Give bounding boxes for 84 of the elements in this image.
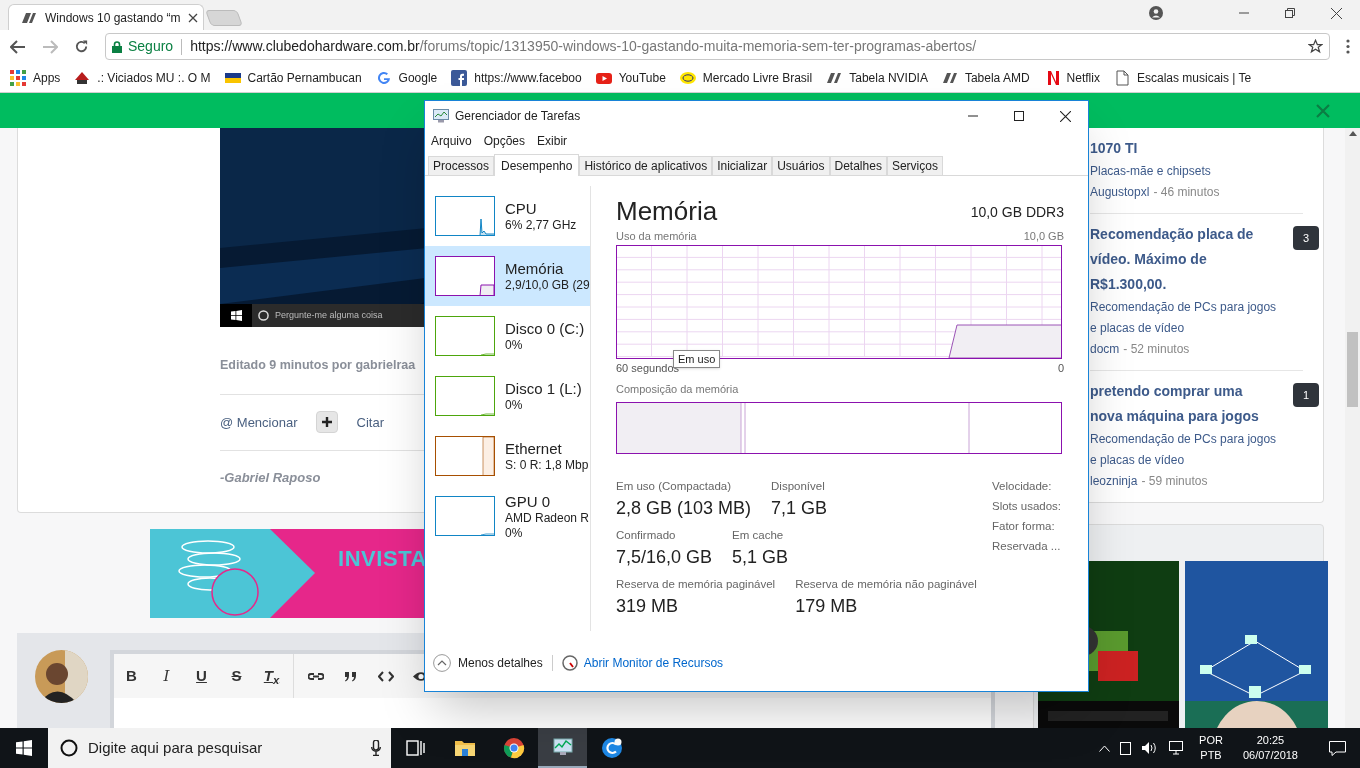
resource-item[interactable]: Disco 0 (C:) 0% (425, 306, 590, 366)
clock-button[interactable]: 20:25 06/07/2018 (1236, 733, 1304, 763)
quote-link[interactable]: Citar (356, 412, 384, 432)
stat-label: Reserva de memória paginável (616, 577, 776, 592)
tab[interactable]: Usuários (772, 156, 830, 175)
post-time: - 46 minutos (1153, 185, 1220, 199)
stat-label: Em cache (732, 527, 785, 543)
chart-label: Composição da memória (616, 382, 740, 397)
bookmark[interactable]: Escalas musicais | Te (1113, 68, 1252, 87)
format-button[interactable]: T$_{x}$ (254, 661, 289, 691)
url-text: https://www.clubedohardware.com.br/forums/topic/1313950-windows-10-gastando-muita-memoria-sem-ter-programas-abertos/ (190, 37, 978, 56)
section-title: Memória (616, 196, 718, 226)
stat-label: Disponível (771, 478, 826, 494)
tab[interactable]: Processos (428, 156, 495, 175)
stat-value: 7,5/16,0 GB (616, 546, 713, 569)
stat-label: Velocidade: (992, 478, 1053, 494)
tab[interactable]: Serviços (886, 156, 943, 175)
tab[interactable]: Histórico de aplicativos (579, 156, 713, 175)
menu-item[interactable]: Opções (483, 132, 526, 150)
less-details-button[interactable]: Menos detalhes (433, 654, 543, 672)
topic-link[interactable]: 1070 TI (1090, 136, 1270, 161)
edit-note: Editado 9 minutos por gabrielraa (220, 357, 416, 374)
stat-value: 319 MB (616, 595, 680, 619)
author-link[interactable]: Augustopxl (1090, 185, 1150, 199)
format-button[interactable]: U (184, 661, 219, 691)
topic-link[interactable]: pretendo comprar uma nova máquina para jogos (1090, 379, 1270, 429)
stat-label: Reserva de memória não paginável (795, 577, 977, 592)
resource-item[interactable]: GPU 0 AMD Radeon R 0% (425, 486, 590, 546)
bookmark[interactable]: Apps (10, 68, 61, 87)
format-button[interactable]: S (219, 661, 254, 691)
chart-label: Uso da memória (616, 229, 697, 244)
bookmark[interactable]: Cartão Pernambucan (224, 68, 362, 87)
forum-link[interactable]: Placas-mãe e chipsets (1090, 161, 1280, 182)
stat-value: 7,1 GB (771, 496, 828, 520)
resource-item[interactable]: CPU 6% 2,77 GHz (425, 186, 590, 246)
reply-count: 3 (1293, 226, 1319, 250)
tab[interactable]: Desempenho (494, 154, 580, 176)
stat-value: 179 MB (795, 595, 859, 619)
mention-link[interactable]: @ Mencionar (220, 412, 298, 432)
tab-title: Windows 10 gastando “m (45, 9, 181, 27)
bookmark[interactable]: Tabela NVIDIA (826, 68, 928, 87)
bookmark[interactable]: .: Viciados MU :. O M (74, 68, 211, 87)
input-language-button[interactable]: POR PTB (1195, 733, 1227, 763)
menu-item[interactable]: Arquivo (431, 132, 472, 150)
resource-item[interactable]: Memória 2,9/10,0 GB (29 (425, 246, 590, 306)
bookmark[interactable]: Google (375, 68, 438, 87)
axis-label: 0 (1057, 360, 1064, 376)
axis-label: 60 segundos (616, 361, 679, 376)
format-button[interactable]: B (114, 661, 149, 691)
stat-value: 5,1 GB (732, 546, 789, 569)
memory-spec: 10,0 GB DDR3 (970, 203, 1064, 222)
reply-count: 1 (1293, 383, 1319, 407)
format-button[interactable]: I (149, 661, 184, 691)
bookmark[interactable]: Tabela AMD (941, 68, 1030, 87)
post-time: - 59 minutos (1141, 474, 1208, 488)
tab[interactable]: Detalhes (829, 156, 887, 175)
stat-label: Slots usados: (992, 498, 1063, 514)
menu-item[interactable]: Exibir (537, 132, 568, 150)
stat-value: 2,8 GB (103 MB) (616, 496, 752, 520)
post-time: - 52 minutos (1123, 342, 1190, 356)
bookmark[interactable]: Netflix (1043, 68, 1100, 87)
tab[interactable]: Inicializar (712, 156, 773, 175)
bookmark[interactable]: https://www.faceboo (451, 68, 582, 87)
search-hint: Pergunte-me alguma coisa (275, 308, 383, 322)
chart-max-label: 10,0 GB (1023, 229, 1064, 244)
search-field[interactable]: Digite aqui para pesquisar (48, 728, 391, 768)
stat-label: Reservada ... (992, 539, 1062, 555)
stat-label: Confirmado (616, 527, 677, 543)
bookmark[interactable]: Mercado Livre Brasil (679, 68, 813, 87)
resource-item[interactable]: Disco 1 (L:) 0% (425, 366, 590, 426)
author-link[interactable]: docm (1090, 342, 1120, 356)
topic-link[interactable]: Recomendação placa de vídeo. Máximo de R$1.300,00. (1090, 222, 1270, 297)
address-field[interactable]: Seguro https://www.clubedohardware.com.br/forums/topic/1313950-windows-10-gastando-muita-memoria-sem-ter-programas-abertos/ (105, 33, 1330, 60)
author-link[interactable]: leozninja (1090, 474, 1138, 488)
browser-tab[interactable]: Windows 10 gastando “m (8, 4, 204, 30)
stat-label: Em uso (Compactada) (616, 478, 733, 494)
secure-label: Seguro (128, 37, 174, 56)
signature: -Gabriel Raposo (220, 468, 321, 487)
bookmark[interactable]: YouTube (595, 68, 666, 87)
resource-monitor-link[interactable]: Abrir Monitor de Recursos (583, 654, 724, 672)
stat-label: Fator forma: (992, 519, 1056, 534)
window-title: Gerenciador de Tarefas (455, 108, 582, 125)
ad-headline: INVISTA (338, 545, 427, 573)
resource-item[interactable]: Ethernet S: 0 R: 1,8 Mbp (425, 426, 590, 486)
